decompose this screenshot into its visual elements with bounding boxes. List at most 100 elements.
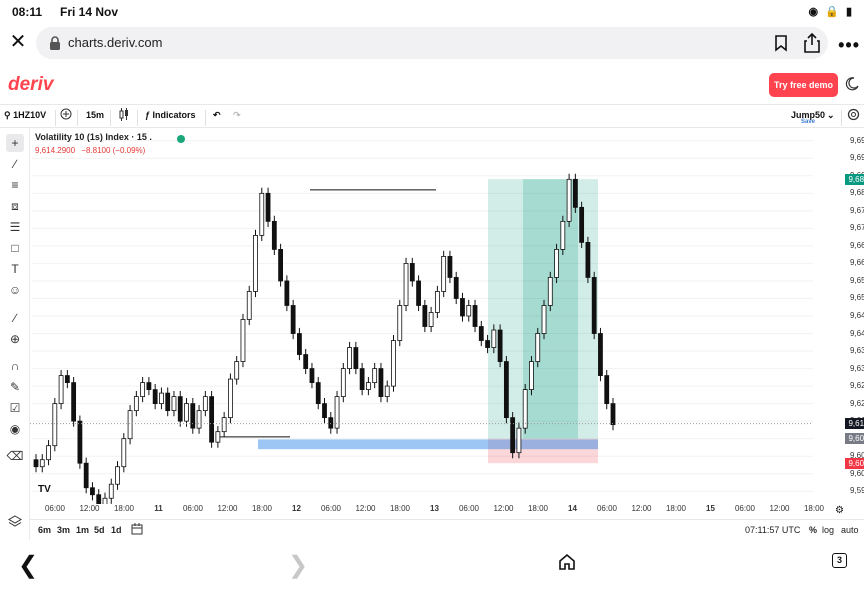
- percent-toggle[interactable]: %: [809, 525, 817, 535]
- fib-retracement-icon[interactable]: ≡: [6, 176, 24, 194]
- range-6m[interactable]: 6m: [38, 525, 51, 535]
- address-bar[interactable]: charts.deriv.com: [36, 27, 828, 59]
- tabs-button[interactable]: 3: [832, 553, 847, 568]
- candle-body: [196, 410, 202, 429]
- close-icon[interactable]: ✕: [8, 32, 28, 52]
- candle-body: [290, 305, 296, 334]
- calendar-icon[interactable]: [131, 523, 143, 537]
- lock-drawing-icon[interactable]: ✎: [6, 378, 24, 396]
- time-tick-label: 06:00: [458, 504, 480, 513]
- candle-body: [591, 277, 597, 334]
- candle-body: [403, 263, 409, 306]
- divider: [137, 110, 138, 126]
- candle-body: [171, 396, 177, 412]
- candle-body: [604, 375, 610, 405]
- candle-body: [359, 368, 365, 390]
- layout-save-button[interactable]: Jump50 Save: [788, 110, 828, 125]
- divider: [205, 110, 206, 126]
- interval-button[interactable]: 15m: [86, 110, 104, 120]
- range-1d[interactable]: 1d: [111, 525, 122, 535]
- indicators-button[interactable]: ƒ Indicators: [145, 110, 196, 120]
- ruler-icon[interactable]: ∕: [6, 309, 24, 327]
- demand-zone: [258, 439, 598, 450]
- zoom-in-icon[interactable]: ⊕: [6, 330, 24, 348]
- moon-icon[interactable]: [845, 77, 859, 91]
- range-3m[interactable]: 3m: [57, 525, 70, 535]
- candle-body: [184, 403, 189, 422]
- candle-body: [83, 462, 89, 489]
- candle-body: [466, 305, 472, 317]
- browser-nav-bar: ❮ ❯ 3: [0, 545, 864, 600]
- range-1m[interactable]: 1m: [76, 525, 89, 535]
- candle-body: [422, 305, 428, 327]
- candle-body: [566, 178, 572, 222]
- candle-body: [554, 249, 559, 278]
- candle-body: [409, 263, 415, 282]
- forward-icon[interactable]: ❯: [288, 551, 308, 580]
- candle-body: [202, 396, 208, 412]
- trend-line-icon[interactable]: ∕: [6, 155, 24, 173]
- candle-body: [159, 392, 164, 405]
- home-icon[interactable]: [558, 553, 576, 571]
- trash-icon[interactable]: ⌫: [6, 447, 24, 465]
- symbol-search[interactable]: ⚲ 1HZ10V: [4, 110, 46, 121]
- settings-icon[interactable]: [847, 108, 860, 123]
- pattern-icon[interactable]: ⧈: [6, 197, 24, 215]
- utc-clock[interactable]: 07:11:57 UTC: [745, 525, 800, 535]
- magnet-icon[interactable]: ∩: [6, 357, 24, 375]
- candle-body: [322, 403, 327, 419]
- candle-body: [598, 333, 603, 376]
- chevron-down-icon[interactable]: ⌄: [827, 110, 835, 121]
- time-tick-label: 13: [430, 504, 439, 513]
- time-tick-label: 11: [154, 504, 163, 513]
- time-tick-label: 12:00: [769, 504, 790, 513]
- layers-icon[interactable]: [8, 514, 22, 528]
- bookmark-icon[interactable]: [772, 34, 790, 52]
- eye-icon[interactable]: ◉: [6, 420, 24, 438]
- candle-body: [397, 305, 403, 341]
- candle-body: [278, 249, 283, 282]
- crosshair-icon[interactable]: +: [6, 134, 24, 152]
- time-tick-label: 18:00: [389, 504, 411, 513]
- indicators-label: Indicators: [152, 110, 196, 120]
- candle-body: [378, 368, 384, 398]
- more-options-icon[interactable]: •••: [838, 35, 860, 56]
- try-free-demo-button[interactable]: Try free demo: [769, 73, 838, 97]
- undo-icon[interactable]: ↶: [213, 110, 221, 121]
- price-chart[interactable]: [30, 128, 864, 504]
- candle-body: [585, 242, 591, 278]
- time-tick-label: 06:00: [320, 504, 342, 513]
- position-icon[interactable]: ☰: [6, 218, 24, 236]
- candle-body: [610, 403, 616, 426]
- emoji-icon[interactable]: ☺: [6, 281, 24, 299]
- candle-type-icon[interactable]: [119, 108, 129, 123]
- chart-pane[interactable]: Volatility 10 (1s) Index · 15 . 9,614.29…: [30, 128, 864, 520]
- price-tick-label: 9,670.0000: [850, 223, 864, 233]
- time-axis[interactable]: 06:00 12:00 18:00 11 06:00 12:00 18:00 12 06:00 1…: [30, 504, 864, 518]
- candle-body: [478, 326, 484, 341]
- log-toggle[interactable]: log: [822, 525, 834, 535]
- candle-body: [560, 220, 566, 250]
- redo-icon[interactable]: ↷: [233, 110, 241, 121]
- price-tick-label: 9,660.0000: [850, 258, 864, 268]
- price-tick-label: 9,665.0000: [850, 240, 864, 250]
- candle-body: [64, 375, 70, 383]
- price-tick-label: 9,695.0000: [850, 135, 864, 145]
- candle-body: [522, 389, 528, 429]
- unlock-icon[interactable]: ☑: [6, 399, 24, 417]
- candle-body: [108, 483, 114, 499]
- auto-toggle[interactable]: auto: [841, 525, 859, 535]
- price-tick-label: 9,655.0000: [850, 275, 864, 285]
- back-icon[interactable]: ❮: [18, 551, 38, 580]
- candle-body: [472, 305, 478, 327]
- price-tick-label: 9,595.0000: [850, 486, 864, 496]
- share-icon[interactable]: [802, 32, 822, 54]
- time-tick-label: 12:00: [631, 504, 652, 513]
- add-symbol-icon[interactable]: [60, 108, 72, 122]
- axis-settings-icon[interactable]: ⚙: [835, 505, 844, 516]
- text-icon[interactable]: T: [6, 260, 24, 278]
- candle-body: [71, 382, 77, 422]
- range-5d[interactable]: 5d: [94, 525, 105, 535]
- rectangle-icon[interactable]: □: [6, 239, 24, 257]
- candle-body: [228, 378, 233, 419]
